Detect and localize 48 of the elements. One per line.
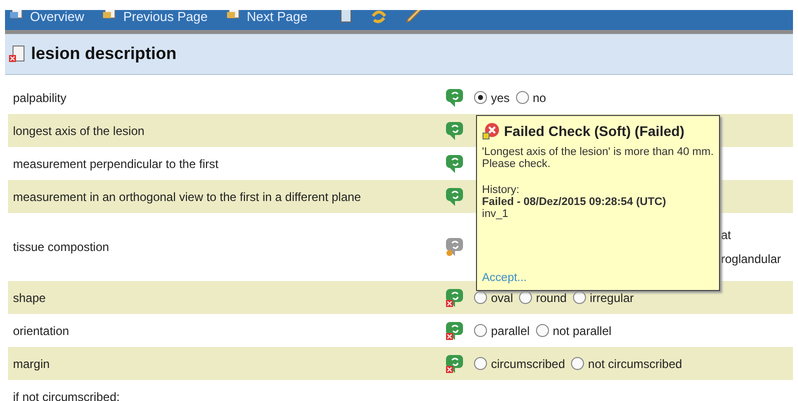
radio-option[interactable]: not parallel — [536, 324, 612, 338]
radio-button[interactable] — [474, 91, 487, 104]
field-label: measurement perpendicular to the first — [12, 156, 220, 170]
tooltip-title: Failed Check (Soft) (Failed) — [504, 123, 684, 139]
pencil-icon[interactable] — [405, 10, 424, 24]
radio-button[interactable] — [516, 91, 529, 104]
status-icon[interactable] — [446, 320, 464, 340]
status-icon[interactable] — [446, 237, 464, 257]
radio-button[interactable] — [474, 357, 487, 370]
radio-button[interactable] — [474, 324, 487, 337]
tooltip-message: 'Longest axis of the lesion' is more than 40 mm. Please check. — [482, 146, 714, 170]
document-icon[interactable] — [339, 10, 354, 24]
field-label: longest axis of the lesion — [12, 124, 146, 138]
radio-option[interactable]: yes — [474, 90, 510, 104]
error-icon — [482, 122, 500, 140]
status-icon[interactable] — [446, 120, 464, 140]
radio-button[interactable] — [474, 291, 487, 304]
user-name: inv_1 — [482, 208, 510, 220]
option-text: roglandular — [721, 252, 782, 266]
status-icon[interactable] — [446, 354, 464, 374]
field-label: tissue compostion — [12, 240, 110, 254]
section-title: lesion description — [31, 44, 176, 64]
field-label: palpability — [12, 90, 68, 104]
radio-button[interactable] — [519, 291, 532, 304]
field-label: shape — [12, 290, 47, 304]
radio-option[interactable]: not circumscribed — [571, 356, 682, 370]
radio-button[interactable] — [536, 324, 549, 337]
arrows-icon[interactable] — [371, 10, 388, 24]
status-icon[interactable] — [446, 186, 464, 206]
toolbar-button[interactable]: Previous Page — [102, 10, 208, 24]
radio-option[interactable]: no — [516, 90, 546, 104]
radio-button[interactable] — [572, 291, 586, 304]
document-error-icon — [9, 45, 25, 63]
field-label: margin — [12, 356, 51, 370]
status-icon[interactable] — [446, 154, 464, 174]
radio-button[interactable] — [571, 357, 584, 370]
status-icon[interactable] — [446, 288, 464, 308]
status-icon[interactable] — [446, 88, 464, 108]
radio-option[interactable]: circumscribed — [474, 356, 566, 370]
history-entry: Failed - 08/Dez/2015 09:28:54 (UTC) — [482, 196, 668, 208]
field-label: if not circumscribed: — [12, 390, 121, 401]
history-label: History: — [482, 184, 520, 196]
field-label: orientation — [12, 324, 70, 338]
radio-option[interactable]: parallel — [474, 324, 530, 338]
field-label: measurement in an orthogonal view to the first in a different plane — [12, 190, 362, 204]
option-text: at — [721, 228, 732, 242]
toolbar-button[interactable]: Next Page — [226, 10, 308, 24]
toolbar-button[interactable]: Overview — [9, 10, 84, 24]
